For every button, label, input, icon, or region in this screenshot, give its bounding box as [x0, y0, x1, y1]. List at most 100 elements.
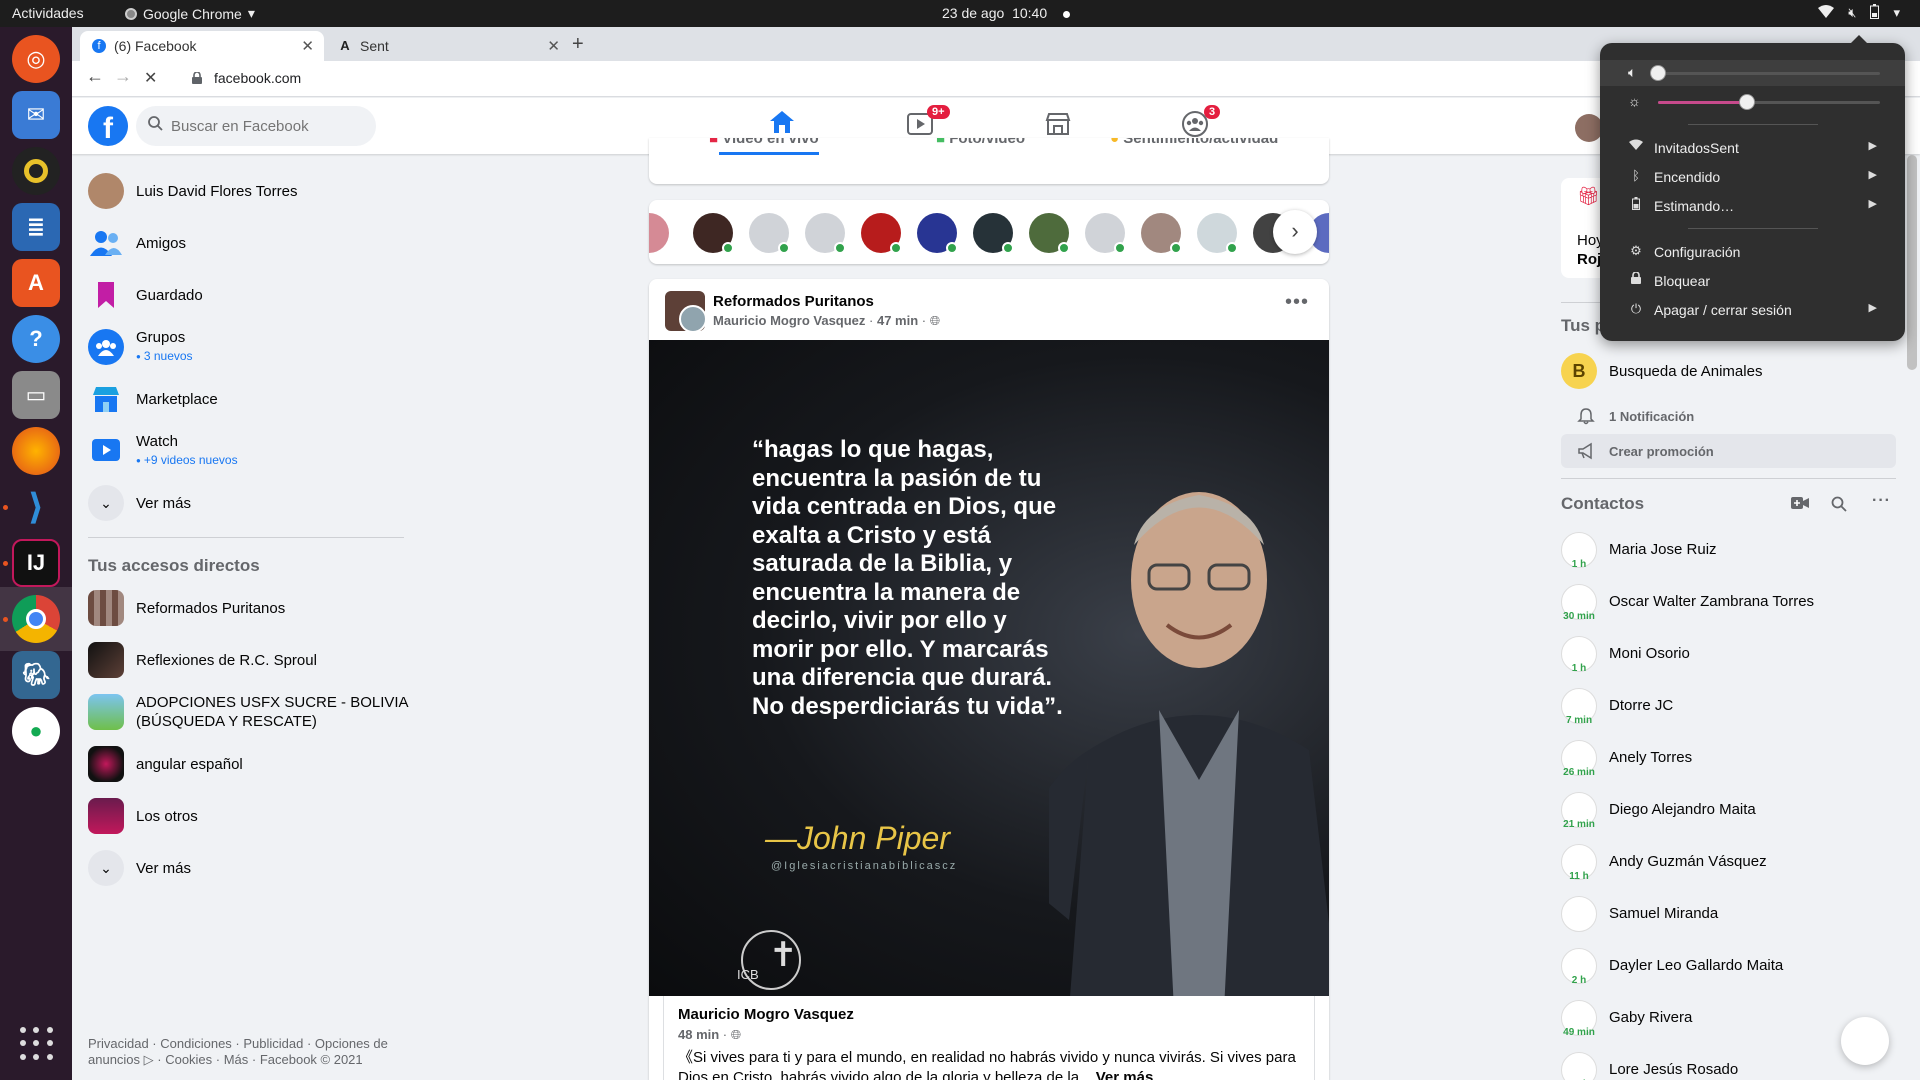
bluetooth-menu-item[interactable]: ᛒ Encendido ▶ — [1600, 165, 1905, 189]
photo-video-button[interactable]: ■ Foto/video — [936, 138, 1025, 147]
shortcuts-see-more-button[interactable]: ⌄ Ver más — [72, 842, 420, 894]
scrollbar[interactable] — [1907, 155, 1917, 370]
postgresql-icon[interactable]: 🐘︎ — [12, 651, 60, 699]
story-avatar[interactable] — [805, 213, 846, 254]
last-active-time: 49 min — [1563, 1027, 1595, 1038]
post-author[interactable]: Mauricio Mogro Vasquez — [713, 313, 865, 328]
feeling-button[interactable]: ● Sentimiento/actividad — [1110, 138, 1278, 147]
post-group-name[interactable]: Reformados Puritanos — [713, 293, 874, 310]
vscode-icon[interactable]: ⟩ — [12, 483, 60, 531]
post-image[interactable]: “hagas lo que hagas, encuentra la pasión… — [649, 340, 1329, 996]
sidebar-item-marketplace[interactable]: Marketplace — [72, 373, 420, 425]
facebook-logo-icon[interactable]: f — [88, 106, 128, 146]
wifi-menu-item[interactable]: InvitadosSent ▶ — [1600, 136, 1905, 160]
help-icon[interactable]: ? — [12, 315, 60, 363]
search-box[interactable] — [136, 106, 376, 146]
brightness-knob[interactable] — [1738, 94, 1755, 110]
volume-slider[interactable] — [1650, 65, 1880, 81]
power-menu-item[interactable]: ⏻ Apagar / cerrar sesión ▶ — [1600, 298, 1905, 322]
show-applications-icon[interactable] — [20, 1027, 54, 1061]
contact-item[interactable]: 11 h Andy Guzmán Vásquez — [1561, 836, 1901, 888]
app-menu[interactable]: Google Chrome ▾ — [125, 5, 255, 22]
profile-avatar[interactable] — [1575, 114, 1603, 142]
sidebar-item-saved[interactable]: Guardado — [72, 269, 420, 321]
search-contacts-icon[interactable] — [1831, 496, 1847, 517]
contact-item[interactable]: 2 h Dayler Leo Gallardo Maita — [1561, 940, 1901, 992]
page-item[interactable]: B Busqueda de Animales — [1561, 351, 1896, 391]
contacts-options-icon[interactable]: ··· — [1872, 492, 1891, 510]
sidebar-item-friends[interactable]: Amigos — [72, 217, 420, 269]
clock[interactable]: 23 de ago 10:40 — [942, 5, 1071, 21]
story-avatar[interactable] — [1141, 213, 1182, 254]
contact-item[interactable]: 7 min Dtorre JC — [1561, 680, 1901, 732]
files-icon[interactable]: ▭ — [12, 371, 60, 419]
close-tab-icon[interactable]: ✕ — [547, 37, 560, 55]
shared-time[interactable]: 48 min — [678, 1027, 719, 1042]
create-promotion-button[interactable]: Crear promoción — [1561, 434, 1896, 468]
activities-button[interactable]: Actividades — [12, 5, 84, 21]
more-options-icon[interactable]: ••• — [1285, 291, 1309, 314]
contact-item[interactable]: 1 h Moni Osorio — [1561, 628, 1901, 680]
shared-post: Mauricio Mogro Vasquez 48 min · 🌐︎ 《Si v… — [663, 996, 1315, 1080]
battery-menu-item[interactable]: Estimando… ▶ — [1600, 194, 1905, 218]
firefox-icon[interactable] — [12, 427, 60, 475]
story-avatar[interactable] — [649, 213, 669, 253]
search-input[interactable] — [171, 117, 351, 135]
shared-author[interactable]: Mauricio Mogro Vasquez — [678, 1006, 854, 1023]
contact-item[interactable]: 1 h Maria Jose Ruiz — [1561, 524, 1901, 576]
contact-item[interactable]: 30 min Oscar Walter Zambrana Torres — [1561, 576, 1901, 628]
sidebar-item-watch[interactable]: Watch +9 videos nuevos — [72, 425, 420, 477]
sidebar-item-groups[interactable]: Grupos 3 nuevos — [72, 321, 420, 373]
post-time[interactable]: 47 min — [877, 313, 918, 328]
brightness-slider[interactable] — [1658, 94, 1880, 110]
lock-menu-item[interactable]: Bloquear — [1600, 269, 1905, 293]
sidebar-item-profile[interactable]: Luis David Flores Torres — [72, 165, 420, 217]
story-avatar[interactable] — [693, 213, 734, 254]
author-avatar[interactable] — [679, 305, 707, 333]
rhythmbox-icon[interactable] — [12, 147, 60, 195]
new-tab-button[interactable]: + — [572, 33, 584, 56]
back-button[interactable]: ← — [86, 66, 104, 87]
chrome-dock-icon[interactable] — [12, 595, 60, 643]
contact-item[interactable]: 26 min Anely Torres — [1561, 732, 1901, 784]
shortcut-item[interactable]: Reformados Puritanos — [72, 582, 420, 634]
story-avatar[interactable] — [1029, 213, 1070, 254]
mongodb-compass-icon[interactable]: ● — [12, 707, 60, 755]
shortcut-item[interactable]: angular español — [72, 738, 420, 790]
shortcut-item[interactable]: ADOPCIONES USFX SUCRE - BOLIVIA (BÚSQUED… — [72, 686, 420, 738]
stories-next-button[interactable]: › — [1273, 210, 1317, 254]
volume-knob[interactable] — [1650, 65, 1666, 81]
ubuntu-logo-icon[interactable]: ◎ — [12, 35, 60, 83]
see-more-button[interactable]: ⌄ Ver más — [72, 477, 420, 529]
story-avatar[interactable] — [1085, 213, 1126, 254]
notifications-row[interactable]: 1 Notificación — [1561, 399, 1896, 433]
intellij-icon[interactable]: IJ — [12, 539, 60, 587]
software-center-icon[interactable]: A — [12, 259, 60, 307]
settings-menu-item[interactable]: ⚙ Configuración — [1600, 240, 1905, 264]
close-tab-icon[interactable]: ✕ — [301, 37, 314, 55]
new-room-icon[interactable] — [1791, 496, 1809, 515]
story-avatar[interactable] — [749, 213, 790, 254]
story-avatar[interactable] — [917, 213, 958, 254]
system-tray[interactable]: 🔇︎ ▾ — [1818, 4, 1900, 22]
contact-item[interactable]: Samuel Miranda — [1561, 888, 1901, 940]
address-bar[interactable]: facebook.com — [214, 70, 301, 86]
story-avatar[interactable] — [973, 213, 1014, 254]
sidebar-item-label: Marketplace — [136, 390, 218, 408]
writer-icon[interactable]: ≣ — [12, 203, 60, 251]
tab-sent[interactable]: A Sent ✕ — [326, 31, 570, 61]
shortcut-item[interactable]: Reflexiones de R.C. Sproul — [72, 634, 420, 686]
forward-button[interactable]: → — [114, 66, 132, 87]
story-avatar[interactable] — [1197, 213, 1238, 254]
tab-facebook[interactable]: f (6) Facebook ✕ — [80, 31, 324, 61]
shortcut-item[interactable]: Los otros — [72, 790, 420, 842]
lock-icon[interactable] — [192, 71, 202, 84]
contact-item[interactable]: 21 min Diego Alejandro Maita — [1561, 784, 1901, 836]
thunderbird-icon[interactable]: ✉ — [12, 91, 60, 139]
see-more-link[interactable]: Ver más — [1096, 1069, 1154, 1080]
story-avatar[interactable] — [861, 213, 902, 254]
footer-links[interactable]: Privacidad · Condiciones · Publicidad · … — [88, 1036, 408, 1068]
live-video-button[interactable]: ■ Video en vivo — [709, 138, 819, 147]
new-message-button[interactable] — [1841, 1017, 1889, 1065]
stop-loading-button[interactable]: ✕ — [144, 68, 157, 88]
